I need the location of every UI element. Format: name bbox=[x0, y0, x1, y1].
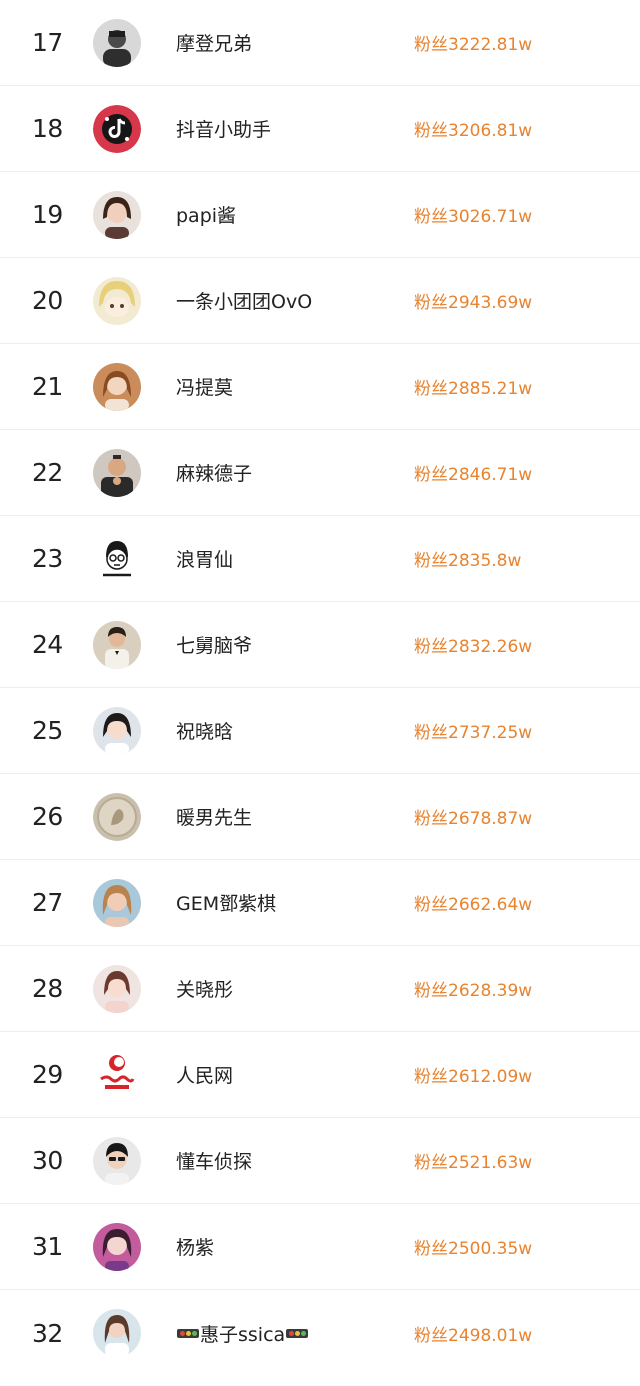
fan-count: 粉丝2737.25w bbox=[414, 723, 533, 743]
fan-count: 粉丝2628.39w bbox=[414, 981, 533, 1001]
rank-number: 29 bbox=[32, 1060, 63, 1089]
account-name[interactable]: 抖音小助手 bbox=[176, 86, 271, 171]
fan-count: 粉丝2612.09w bbox=[414, 1067, 533, 1087]
rank-number: 20 bbox=[32, 286, 63, 315]
account-name[interactable]: 浪胃仙 bbox=[176, 516, 233, 601]
fan-count: 粉丝2678.87w bbox=[414, 809, 533, 829]
fan-count: 粉丝2835.8w bbox=[414, 551, 522, 571]
rank-number: 26 bbox=[32, 802, 63, 831]
account-name[interactable]: 麻辣德子 bbox=[176, 430, 252, 515]
rank-number: 17 bbox=[32, 28, 63, 57]
fan-count: 粉丝2662.64w bbox=[414, 895, 533, 915]
account-name[interactable]: 一条小团团OvO bbox=[176, 258, 312, 343]
ranking-row[interactable]: 30 懂车侦探 粉丝2521.63w bbox=[0, 1118, 640, 1204]
ranking-row[interactable]: 31 杨紫 粉丝2500.35w bbox=[0, 1204, 640, 1290]
ranking-row[interactable]: 20 一条小团团OvO 粉丝2943.69w bbox=[0, 258, 640, 344]
avatar[interactable] bbox=[93, 964, 141, 1013]
account-name[interactable]: 人民网 bbox=[176, 1032, 233, 1117]
account-name[interactable]: 惠子ssica bbox=[176, 1290, 309, 1376]
account-name[interactable]: 冯提莫 bbox=[176, 344, 233, 429]
account-name[interactable]: 杨紫 bbox=[176, 1204, 214, 1289]
rank-number: 32 bbox=[32, 1318, 63, 1348]
account-name-text: 惠子ssica bbox=[200, 1323, 286, 1346]
account-name[interactable]: GEM鄧紫棋 bbox=[176, 860, 276, 945]
fan-count: 粉丝3026.71w bbox=[414, 207, 533, 227]
rank-number: 22 bbox=[32, 458, 63, 487]
ranking-row[interactable]: 21 冯提莫 粉丝2885.21w bbox=[0, 344, 640, 430]
people-cn-logo-icon[interactable] bbox=[93, 1050, 141, 1099]
ranking-row[interactable]: 29 人民网 粉丝2612.09w bbox=[0, 1032, 640, 1118]
cartoon-avatar[interactable] bbox=[93, 534, 141, 583]
avatar[interactable] bbox=[93, 18, 141, 67]
avatar[interactable] bbox=[93, 448, 141, 497]
avatar[interactable] bbox=[93, 1222, 141, 1271]
rank-number: 25 bbox=[32, 716, 63, 745]
ranking-row[interactable]: 17 摩登兄弟 粉丝3222.81w bbox=[0, 0, 640, 86]
fan-count: 粉丝2498.01w bbox=[414, 1325, 533, 1346]
avatar[interactable] bbox=[93, 706, 141, 755]
fan-count: 粉丝2500.35w bbox=[414, 1239, 533, 1259]
ranking-row[interactable]: 18 抖音小助手 粉丝3206.81w bbox=[0, 86, 640, 172]
rank-number: 24 bbox=[32, 630, 63, 659]
ranking-row[interactable]: 32 惠子ssica 粉丝2498.01w bbox=[0, 1290, 640, 1376]
account-name[interactable]: 关晓彤 bbox=[176, 946, 233, 1031]
avatar[interactable] bbox=[93, 1309, 141, 1357]
avatar[interactable] bbox=[93, 878, 141, 927]
traffic-light-emoji-icon bbox=[177, 1328, 199, 1338]
rank-number: 18 bbox=[32, 114, 63, 143]
ranking-row[interactable]: 28 关晓彤 粉丝2628.39w bbox=[0, 946, 640, 1032]
avatar[interactable] bbox=[93, 190, 141, 239]
account-name[interactable]: 祝晓晗 bbox=[176, 688, 233, 773]
rank-number: 21 bbox=[32, 372, 63, 401]
ranking-row[interactable]: 23 浪胃仙 粉丝2835.8w bbox=[0, 516, 640, 602]
ranking-row[interactable]: 19 papi酱 粉丝3026.71w bbox=[0, 172, 640, 258]
ranking-row[interactable]: 22 麻辣德子 粉丝2846.71w bbox=[0, 430, 640, 516]
avatar[interactable] bbox=[93, 276, 141, 325]
ranking-row[interactable]: 24 七舅脑爷 粉丝2832.26w bbox=[0, 602, 640, 688]
rank-number: 19 bbox=[32, 200, 63, 229]
avatar[interactable] bbox=[93, 362, 141, 411]
fan-count: 粉丝2846.71w bbox=[414, 465, 533, 485]
account-name[interactable]: 暖男先生 bbox=[176, 774, 252, 859]
account-name[interactable]: 懂车侦探 bbox=[176, 1118, 252, 1203]
rank-number: 27 bbox=[32, 888, 63, 917]
account-name[interactable]: 摩登兄弟 bbox=[176, 0, 252, 85]
douyin-logo-icon[interactable] bbox=[93, 104, 141, 153]
rank-number: 28 bbox=[32, 974, 63, 1003]
fan-count: 粉丝3222.81w bbox=[414, 35, 533, 55]
traffic-light-emoji-icon bbox=[286, 1328, 309, 1338]
ranking-list: 17 摩登兄弟 粉丝3222.81w 18 抖音小助手 粉丝3206.81w 1… bbox=[0, 0, 640, 1376]
fan-count: 粉丝2943.69w bbox=[414, 293, 533, 313]
fan-count: 粉丝3206.81w bbox=[414, 121, 533, 141]
avatar[interactable] bbox=[93, 620, 141, 669]
rank-number: 30 bbox=[32, 1146, 63, 1175]
account-name[interactable]: papi酱 bbox=[176, 172, 236, 257]
coin-avatar[interactable] bbox=[93, 792, 141, 841]
fan-count: 粉丝2521.63w bbox=[414, 1153, 533, 1173]
fan-count: 粉丝2885.21w bbox=[414, 379, 533, 399]
ranking-row[interactable]: 26 暖男先生 粉丝2678.87w bbox=[0, 774, 640, 860]
ranking-row[interactable]: 27 GEM鄧紫棋 粉丝2662.64w bbox=[0, 860, 640, 946]
rank-number: 23 bbox=[32, 544, 63, 573]
avatar[interactable] bbox=[93, 1136, 141, 1185]
rank-number: 31 bbox=[32, 1232, 63, 1261]
fan-count: 粉丝2832.26w bbox=[414, 637, 533, 657]
ranking-row[interactable]: 25 祝晓晗 粉丝2737.25w bbox=[0, 688, 640, 774]
account-name[interactable]: 七舅脑爷 bbox=[176, 602, 252, 687]
